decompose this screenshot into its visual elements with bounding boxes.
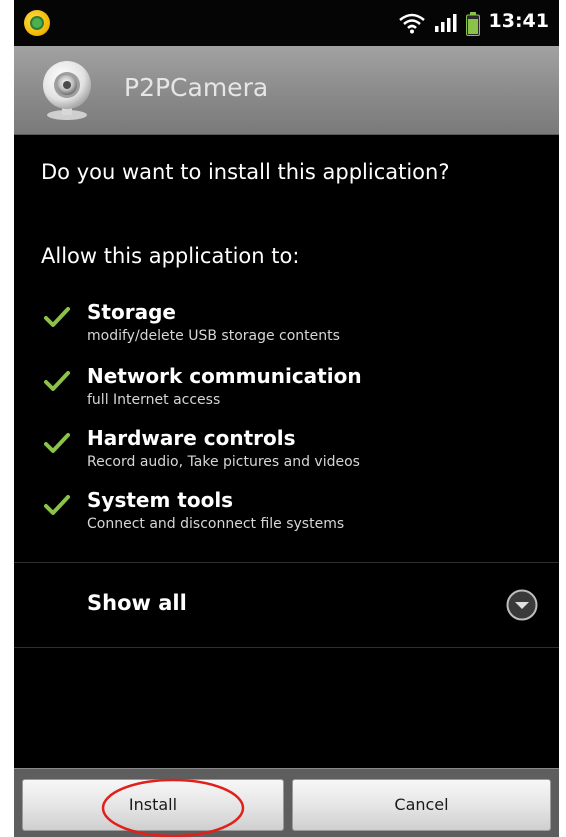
permission-title: Network communication: [87, 364, 362, 388]
app-title-bar: P2PCamera: [14, 46, 559, 135]
show-all-row[interactable]: Show all: [14, 563, 559, 647]
permission-title: Hardware controls: [87, 426, 296, 450]
checkmark-icon: [44, 371, 70, 391]
wifi-icon: [399, 13, 425, 34]
signal-icon: [435, 14, 457, 32]
phone-screen: 13:41 P2PCamera Do you want to install t…: [14, 0, 559, 837]
button-bar: Install Cancel: [14, 768, 559, 837]
checkmark-icon: [44, 307, 70, 327]
cancel-button[interactable]: Cancel: [292, 779, 551, 831]
permission-description: modify/delete USB storage contents: [87, 328, 340, 344]
notification-icon[interactable]: [24, 10, 50, 36]
install-highlight-circle: [101, 778, 245, 837]
permissions-heading: Allow this application to:: [41, 244, 300, 268]
status-time: 13:41: [488, 10, 549, 32]
install-question: Do you want to install this application?: [41, 160, 450, 184]
webcam-icon: [43, 61, 91, 120]
checkmark-icon: [44, 495, 70, 515]
chevron-down-icon[interactable]: [506, 589, 538, 621]
permission-description: Record audio, Take pictures and videos: [87, 454, 360, 470]
show-all-label: Show all: [87, 591, 187, 615]
permission-description: full Internet access: [87, 392, 221, 408]
checkmark-icon: [44, 433, 70, 453]
battery-icon: [466, 12, 480, 36]
permission-title: System tools: [87, 488, 234, 512]
permission-title: Storage: [87, 300, 176, 324]
permission-description: Connect and disconnect file systems: [87, 516, 345, 532]
divider: [14, 647, 559, 648]
status-bar: 13:41: [14, 0, 559, 46]
app-title: P2PCamera: [124, 73, 269, 102]
